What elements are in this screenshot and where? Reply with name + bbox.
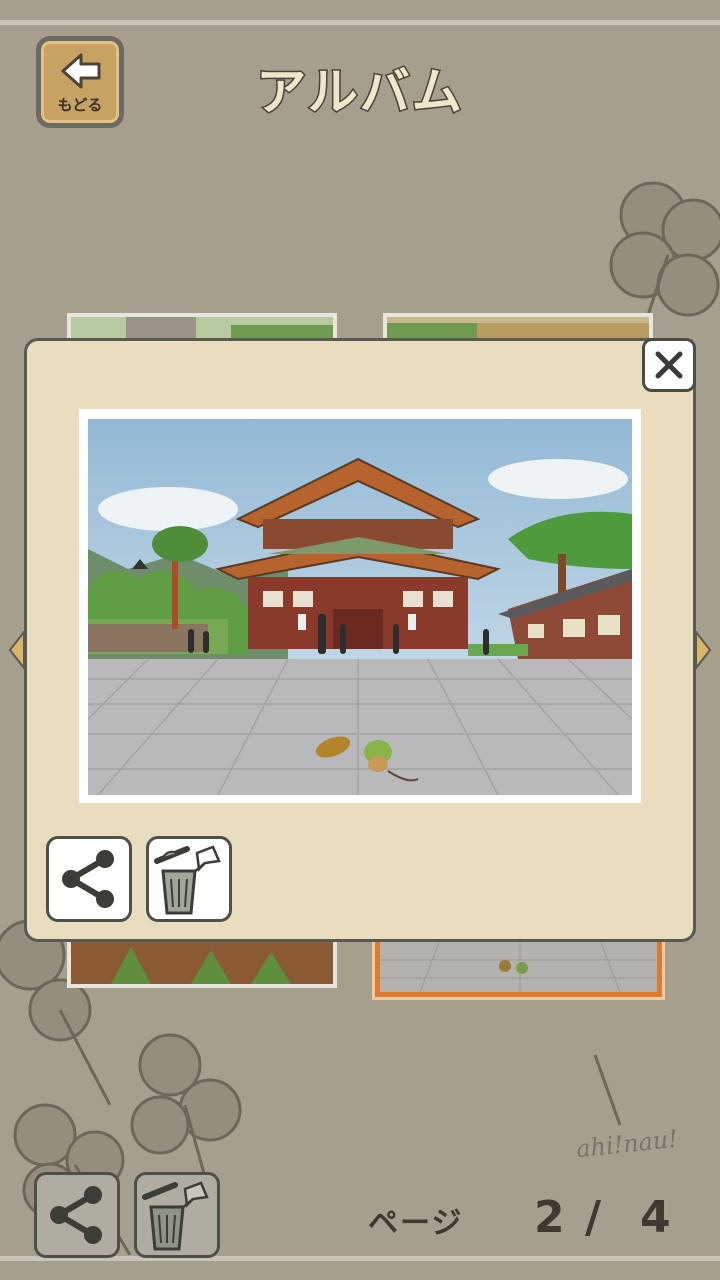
close-icon bbox=[655, 351, 683, 379]
page-separator: / bbox=[585, 1192, 602, 1243]
back-button[interactable]: もどる bbox=[36, 36, 124, 128]
footer-delete-button[interactable] bbox=[134, 1172, 220, 1258]
scribble-text: ahi!nau! bbox=[574, 1124, 680, 1164]
share-icon bbox=[62, 850, 114, 908]
album-photo-thumb-4-selected[interactable] bbox=[375, 935, 662, 997]
page-label: ページ bbox=[368, 1206, 464, 1241]
trash-icon bbox=[154, 845, 221, 915]
share-icon bbox=[50, 1186, 102, 1244]
close-button[interactable] bbox=[642, 338, 696, 392]
album-photo-thumb-3[interactable] bbox=[67, 938, 337, 988]
stem-scribble bbox=[593, 1054, 622, 1126]
page-current: 2 bbox=[534, 1192, 565, 1243]
temple-photo bbox=[87, 419, 633, 796]
page-title: アルバム bbox=[255, 62, 464, 123]
popup-share-button[interactable] bbox=[46, 836, 132, 922]
footer-share-button[interactable] bbox=[34, 1172, 120, 1258]
page-total: 4 bbox=[640, 1192, 671, 1243]
photo-frame bbox=[79, 409, 641, 803]
background-line-top bbox=[0, 20, 720, 25]
back-arrow-icon bbox=[61, 53, 101, 89]
back-button-label: もどる bbox=[57, 96, 103, 114]
popup-delete-button[interactable] bbox=[146, 836, 232, 922]
next-page-arrow-icon[interactable] bbox=[694, 630, 712, 670]
trash-icon bbox=[142, 1181, 209, 1251]
